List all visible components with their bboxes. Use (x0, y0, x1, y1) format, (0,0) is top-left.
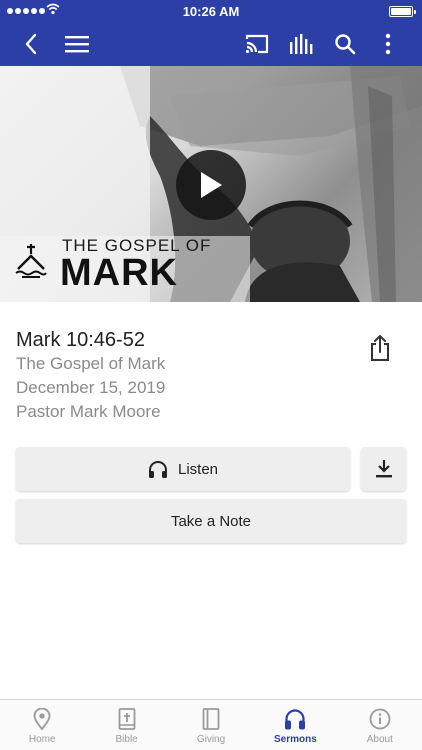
back-button[interactable] (16, 22, 46, 66)
more-vertical-icon (385, 33, 391, 55)
audio-levels-button[interactable] (286, 22, 316, 66)
share-button[interactable] (366, 332, 394, 364)
tab-home[interactable]: Home (0, 700, 84, 750)
tab-label-bible: Bible (115, 734, 138, 745)
church-logo-icon (15, 244, 47, 278)
status-time: 10:26 AM (182, 4, 240, 19)
sermon-series: The Gospel of Mark (16, 354, 166, 373)
tab-bar: Home Bible Giving Sermons About (0, 699, 422, 750)
tab-bible[interactable]: Bible (84, 700, 168, 750)
cast-icon (245, 34, 269, 54)
battery-icon (389, 6, 416, 17)
download-icon (375, 460, 392, 478)
tab-label-about: About (366, 734, 393, 745)
sermon-speaker: Pastor Mark Moore (16, 402, 161, 421)
hamburger-icon (65, 36, 89, 53)
tab-giving[interactable]: Giving (169, 700, 253, 750)
take-note-label: Take a Note (170, 512, 252, 530)
sermon-passage: Mark 10:46-52 (16, 329, 145, 351)
tab-label-sermons: Sermons (274, 734, 317, 745)
tab-label-giving: Giving (196, 734, 226, 745)
sermon-info: Mark 10:46-52 The Gospel of Mark Decembe… (16, 328, 356, 424)
status-bar: 10:26 AM (0, 0, 422, 22)
tab-label-home: Home (28, 734, 56, 745)
info-icon (369, 708, 391, 730)
equalizer-icon (290, 34, 313, 54)
headphones-icon (285, 709, 306, 730)
tab-sermons[interactable]: Sermons (253, 700, 337, 750)
artwork-title-line2: MARK (60, 252, 178, 294)
more-button[interactable] (376, 22, 400, 66)
listen-button[interactable]: Listen (16, 447, 350, 491)
play-icon (201, 172, 222, 198)
menu-button[interactable] (62, 22, 92, 66)
listen-label: Listen (177, 460, 219, 478)
cast-button[interactable] (242, 22, 272, 66)
bible-icon (118, 708, 136, 730)
tab-about[interactable]: About (338, 700, 422, 750)
location-pin-icon (33, 708, 51, 730)
book-icon (202, 708, 220, 730)
sermon-date: December 15, 2019 (16, 378, 166, 397)
search-icon (335, 34, 356, 55)
chevron-left-icon (25, 33, 37, 55)
take-note-button[interactable]: Take a Note (16, 499, 406, 543)
play-button[interactable] (176, 150, 246, 220)
nav-bar (0, 22, 422, 66)
download-button[interactable] (361, 447, 406, 491)
share-icon (371, 335, 389, 361)
headphones-icon (148, 461, 167, 478)
search-button[interactable] (330, 22, 360, 66)
